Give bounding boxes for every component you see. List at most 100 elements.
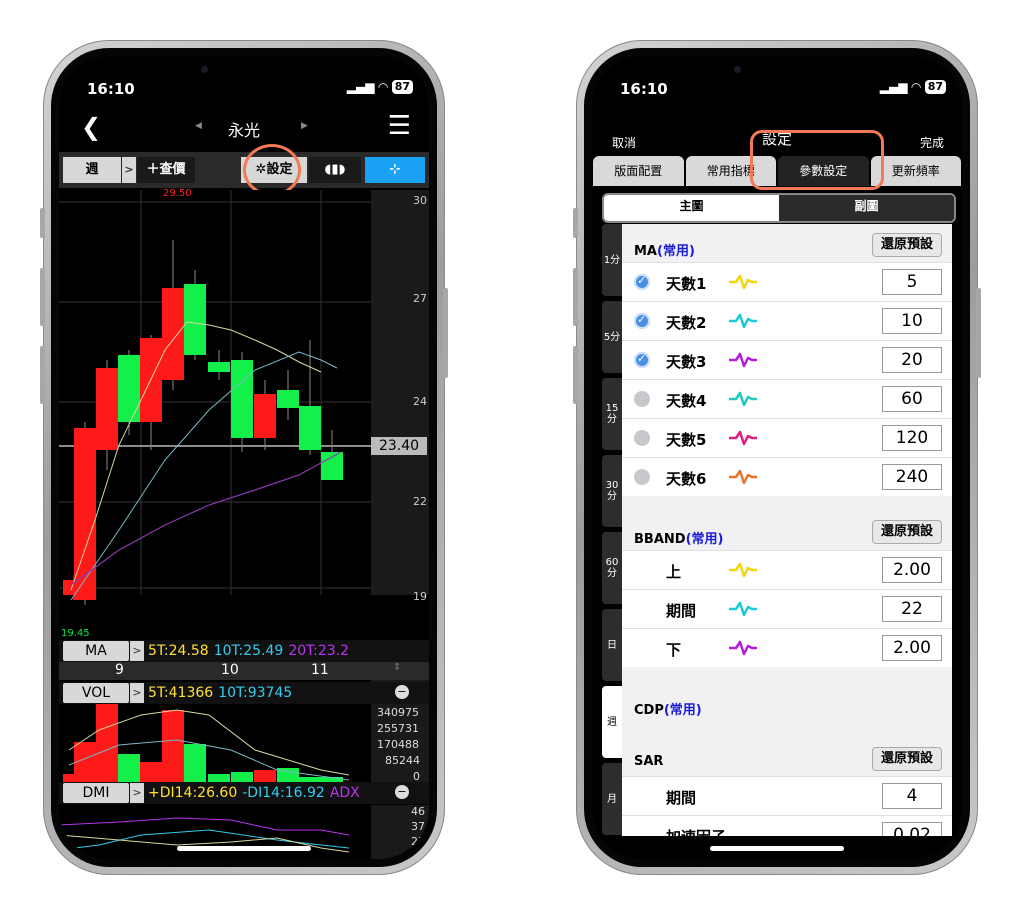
vol-tick: 340975 [377,706,419,719]
vol-indicator-button[interactable]: VOL [63,683,129,703]
ma-reset-button[interactable]: 還原預設 [872,233,942,257]
param-row: 下 2.00 [622,628,952,667]
param-label: 期間 [666,789,697,807]
tab-layout[interactable]: 版面配置 [593,156,684,186]
param-value-input[interactable]: 4 [882,783,942,809]
battery-icon: 87 [924,80,946,94]
line-color-swatch[interactable] [728,312,758,334]
param-value-input[interactable]: 0.02 [882,822,942,836]
vol-arrow-icon[interactable]: > [130,683,144,703]
cdp-section-header: CDP(常用) [634,699,952,718]
checkbox-icon[interactable] [634,469,650,485]
param-row: 天數1 5 [622,262,952,301]
line-color-swatch[interactable] [728,351,758,373]
dmi-arrow-icon[interactable]: > [130,783,144,803]
ma-arrow-icon[interactable]: > [130,641,144,661]
date-axis: 9 10 11 ⇕ [59,662,429,680]
line-color-swatch[interactable] [728,273,758,295]
power-button [976,288,981,378]
bband-reset-button[interactable]: 還原預設 [872,520,942,544]
line-color-icon [729,313,757,329]
kline-chart [59,190,429,859]
date-tick: 9 [115,662,124,678]
param-row: 天數4 60 [622,379,952,418]
camera-icon [734,66,741,73]
side-tab-5min[interactable]: 5分 [602,301,622,373]
dmi-tick: 46 [411,805,425,818]
sar-reset-button[interactable]: 還原預設 [872,747,942,771]
date-tick: 11 [311,662,329,678]
remove-dmi-icon[interactable]: − [395,785,409,799]
param-row: 加速因子 0.02 [622,815,952,836]
param-value-input[interactable]: 2.00 [882,635,942,661]
bband-tag: (常用) [685,532,724,547]
remove-vol-icon[interactable]: − [395,685,409,699]
scroll-handle-icon[interactable]: ⇕ [393,662,401,673]
volume-up-button [573,268,578,326]
param-value-input[interactable]: 22 [882,596,942,622]
ma-indicator-button[interactable]: MA [63,641,129,661]
param-label: 天數5 [666,431,707,449]
candle-body [208,362,230,372]
rotate-icon[interactable]: ◖▮◗ [309,157,361,183]
side-tab-30min[interactable]: 30 分 [602,455,622,527]
line-color-icon [729,640,757,656]
add-quote-button[interactable]: ＋查價 [137,157,195,183]
volume-down-button [573,346,578,404]
ma-tag: (常用) [657,244,695,259]
side-tab-month[interactable]: 月 [602,763,622,835]
period-arrow-icon[interactable]: > [122,157,136,183]
power-button [443,288,448,378]
hamburger-menu-icon[interactable]: ☰ [388,111,411,141]
side-tab-day[interactable]: 日 [602,609,622,681]
checkbox-icon[interactable] [634,313,650,329]
segment-main-chart[interactable]: 主圖 [604,195,779,221]
chart-area[interactable]: 30 27 24 22 19 23.40 29.50 19.45 MA > 5T… [59,188,429,859]
volume-bar [254,770,276,782]
volume-bar [162,710,184,782]
home-indicator[interactable] [177,846,311,851]
candle-body [231,360,253,438]
line-color-swatch[interactable] [728,429,758,451]
checkbox-icon[interactable] [634,430,650,446]
line-color-icon [729,430,757,446]
param-value-input[interactable]: 120 [882,425,942,451]
next-stock-icon[interactable]: ▶ [301,121,308,131]
line-color-swatch[interactable] [728,390,758,412]
param-value-input[interactable]: 2.00 [882,557,942,583]
param-value-input[interactable]: 5 [882,269,942,295]
segment-sub-chart[interactable]: 副圖 [779,195,954,221]
volume-up-button [40,268,45,326]
dmi-indicator-button[interactable]: DMI [63,783,129,803]
param-value-input[interactable]: 20 [882,347,942,373]
fullscreen-icon[interactable]: ⊹ [365,157,425,183]
line-color-swatch[interactable] [728,561,758,583]
tab-refresh-rate[interactable]: 更新頻率 [870,156,961,186]
done-button[interactable]: 完成 [920,134,944,151]
side-tab-60min[interactable]: 60 分 [602,532,622,604]
side-tab-1min[interactable]: 1分 [602,224,622,296]
side-tab-15min[interactable]: 15 分 [602,378,622,450]
line-color-swatch[interactable] [728,639,758,661]
line-color-swatch[interactable] [728,468,758,490]
volume-bar [140,762,162,782]
line-color-swatch[interactable] [728,600,758,622]
side-tab-week[interactable]: 週 [602,686,622,758]
line-color-icon [729,274,757,290]
chart-segment-control: 主圖 副圖 [602,193,956,223]
vol-tick: 170488 [377,738,419,751]
param-value-input[interactable]: 240 [882,464,942,490]
checkbox-icon[interactable] [634,274,650,290]
vol10-value: 10T:93745 [218,685,293,701]
param-label: 天數6 [666,470,707,488]
checkbox-icon[interactable] [634,391,650,407]
param-value-input[interactable]: 60 [882,386,942,412]
param-row: 天數6 240 [622,457,952,496]
checkbox-icon[interactable] [634,352,650,368]
param-value-input[interactable]: 10 [882,308,942,334]
volume-bar [231,772,253,782]
price-tick: 22 [413,495,427,508]
ma-title: MA [634,244,657,259]
period-button[interactable]: 週 [63,157,121,183]
home-indicator[interactable] [710,846,844,851]
